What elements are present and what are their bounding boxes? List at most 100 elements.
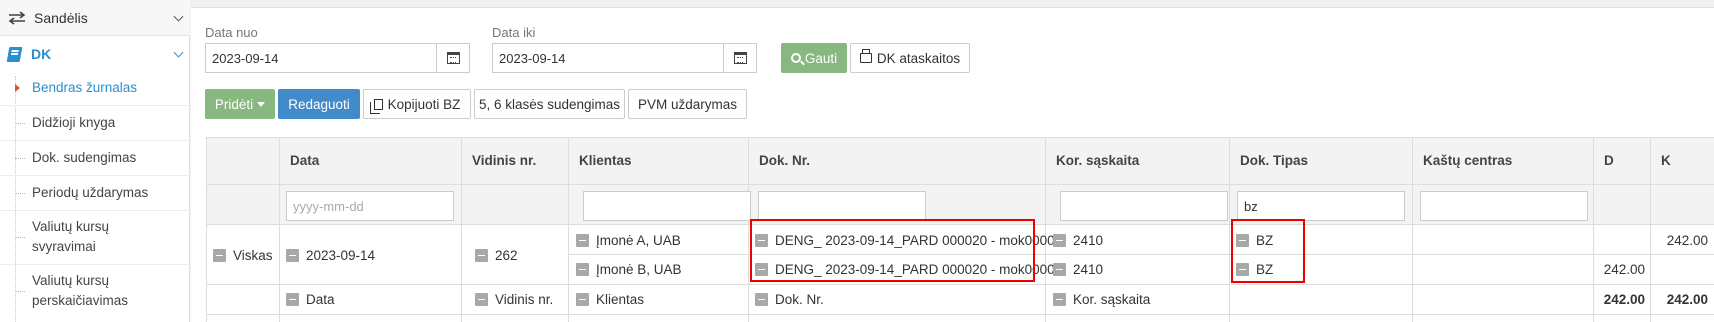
footer-account: Kor. sąskaita — [1053, 288, 1150, 310]
collapse-icon[interactable] — [286, 248, 299, 262]
add-button[interactable]: Pridėti — [205, 89, 275, 119]
divider — [0, 210, 190, 211]
footer-d-total: 242.00 — [1603, 291, 1645, 307]
date-from-calendar-button[interactable] — [436, 43, 470, 73]
footer-client-label: Klientas — [596, 291, 645, 307]
footer-internal: Vidinis nr. — [475, 288, 553, 310]
footer-doc-no: Dok. Nr. — [755, 288, 824, 310]
highlight-box-doc-type — [1231, 219, 1305, 283]
sidebar-item-sandelis[interactable]: Sandėlis — [0, 0, 190, 36]
group-internal-cell: 262 — [475, 244, 518, 266]
collapse-icon[interactable] — [1053, 233, 1066, 247]
table-row-k — [1650, 258, 1708, 280]
table-row-d: 242.00 — [1603, 261, 1645, 277]
collapse-icon[interactable] — [576, 233, 589, 247]
sidebar-item-bendras-zurnalas[interactable]: Bendras žurnalas — [0, 71, 190, 105]
filter-data-input[interactable]: yyyy-mm-dd — [286, 191, 454, 221]
footer-client: Klientas — [576, 288, 644, 310]
get-button[interactable]: Gauti — [781, 43, 847, 73]
sidebar-item-label: Didžioji knyga — [32, 115, 116, 130]
collapse-icon[interactable] — [576, 292, 589, 306]
sidebar-item-dok-sudengimas[interactable]: Dok. sudengimas — [0, 141, 190, 175]
account-value: 2410 — [1073, 261, 1104, 277]
class56-label: 5, 6 klasės sudengimas — [478, 96, 621, 112]
row-divider — [207, 314, 1714, 315]
filter-doc-no-input[interactable] — [758, 191, 926, 221]
date-to-calendar-button[interactable] — [723, 43, 757, 73]
table-row-account: 2410 — [1053, 229, 1103, 251]
collapse-icon[interactable] — [286, 292, 299, 306]
filter-doc-type-input[interactable]: bz — [1237, 191, 1405, 221]
date-to-input[interactable]: 2023-09-14 — [492, 43, 724, 73]
collapse-icon[interactable] — [576, 262, 589, 276]
col-header-doc-type[interactable]: Dok. Tipas — [1240, 153, 1308, 168]
dk-reports-button[interactable]: DK ataskaitos — [850, 43, 970, 73]
edit-button-label: Redaguoti — [288, 96, 350, 112]
filter-client-input[interactable] — [583, 191, 751, 221]
tree-bullet — [15, 123, 25, 124]
sidebar-item-label: Periodų uždarymas — [32, 185, 149, 200]
account-value: 2410 — [1073, 232, 1104, 248]
col-header-client[interactable]: Klientas — [579, 153, 632, 168]
copy-icon — [369, 98, 383, 114]
date-from-label: Data nuo — [205, 25, 258, 40]
book-icon — [6, 46, 23, 62]
sidebar-item-valiutu-perskaiciavimas[interactable]: Valiutų kursų perskaičiavimas — [0, 266, 170, 316]
date-from-input[interactable]: 2023-09-14 — [205, 43, 437, 73]
group-internal: 262 — [495, 247, 518, 263]
calendar-icon — [446, 52, 460, 64]
add-button-label: Pridėti — [214, 96, 254, 112]
sidebar-item-periodu-uzdarymas[interactable]: Periodų uždarymas — [0, 176, 190, 210]
table-row-account: 2410 — [1053, 258, 1103, 280]
divider — [0, 264, 190, 265]
col-header-account[interactable]: Kor. sąskaita — [1056, 153, 1139, 168]
sidebar: Sandėlis DK Bendras žurnalas Didžioji kn… — [0, 0, 190, 322]
vat-closing-button[interactable]: PVM uždarymas — [628, 89, 747, 119]
group-date: 2023-09-14 — [306, 247, 376, 263]
sidebar-item-label: Sandėlis — [34, 9, 88, 26]
sidebar-item-dk[interactable]: DK — [0, 37, 190, 71]
print-icon — [859, 49, 872, 63]
filter-account-input[interactable] — [1060, 191, 1228, 221]
client-value: Įmonė A, UAB — [596, 232, 681, 248]
row-divider — [207, 284, 1714, 285]
col-header-internal[interactable]: Vidinis nr. — [472, 153, 536, 168]
tree-bullet — [15, 291, 25, 292]
tree-bullet — [15, 237, 25, 238]
footer-account-label: Kor. sąskaita — [1073, 291, 1151, 307]
chevron-down-icon — [173, 11, 184, 22]
sidebar-item-valiutu-svyravimai[interactable]: Valiutų kursų svyravimai — [0, 212, 150, 262]
edit-button[interactable]: Redaguoti — [278, 89, 360, 119]
collapse-icon[interactable] — [213, 248, 226, 262]
col-header-d[interactable]: D — [1604, 153, 1614, 168]
chevron-down-icon — [173, 47, 184, 58]
col-header-data[interactable]: Data — [290, 153, 319, 168]
collapse-icon[interactable] — [475, 248, 488, 262]
copy-bz-label: Kopijuoti BZ — [387, 96, 461, 112]
tree-bullet — [15, 193, 25, 194]
collapse-icon[interactable] — [1053, 262, 1066, 276]
copy-bz-button[interactable]: Kopijuoti BZ — [363, 89, 471, 119]
sidebar-item-label: Valiutų kursų svyravimai — [32, 219, 110, 254]
filter-cost-center-input[interactable] — [1420, 191, 1588, 221]
vat-closing-label: PVM uždarymas — [637, 96, 738, 112]
sidebar-item-didzioji-knyga[interactable]: Didžioji knyga — [0, 106, 190, 140]
group-date-cell: 2023-09-14 — [286, 244, 375, 266]
collapse-icon[interactable] — [1053, 292, 1066, 306]
class56-button[interactable]: 5, 6 klasės sudengimas — [474, 89, 625, 119]
collapse-icon[interactable] — [755, 292, 768, 306]
col-header-k[interactable]: K — [1661, 153, 1671, 168]
group-toggle[interactable]: Viskas — [213, 244, 273, 266]
col-divider — [279, 137, 280, 322]
col-header-doc-no[interactable]: Dok. Nr. — [759, 153, 810, 168]
table-row-d — [1593, 229, 1645, 251]
top-strip — [191, 0, 1714, 8]
col-header-cost-center[interactable]: Kaštų centras — [1423, 153, 1512, 168]
collapse-icon[interactable] — [475, 292, 488, 306]
col-divider — [568, 137, 569, 322]
sidebar-item-label: DK — [31, 46, 52, 62]
table-row-client: Įmonė B, UAB — [576, 258, 682, 280]
journal-table: Data Vidinis nr. Klientas Dok. Nr. Kor. … — [206, 137, 1714, 322]
client-value: Įmonė B, UAB — [596, 261, 682, 277]
footer-internal-label: Vidinis nr. — [495, 291, 554, 307]
